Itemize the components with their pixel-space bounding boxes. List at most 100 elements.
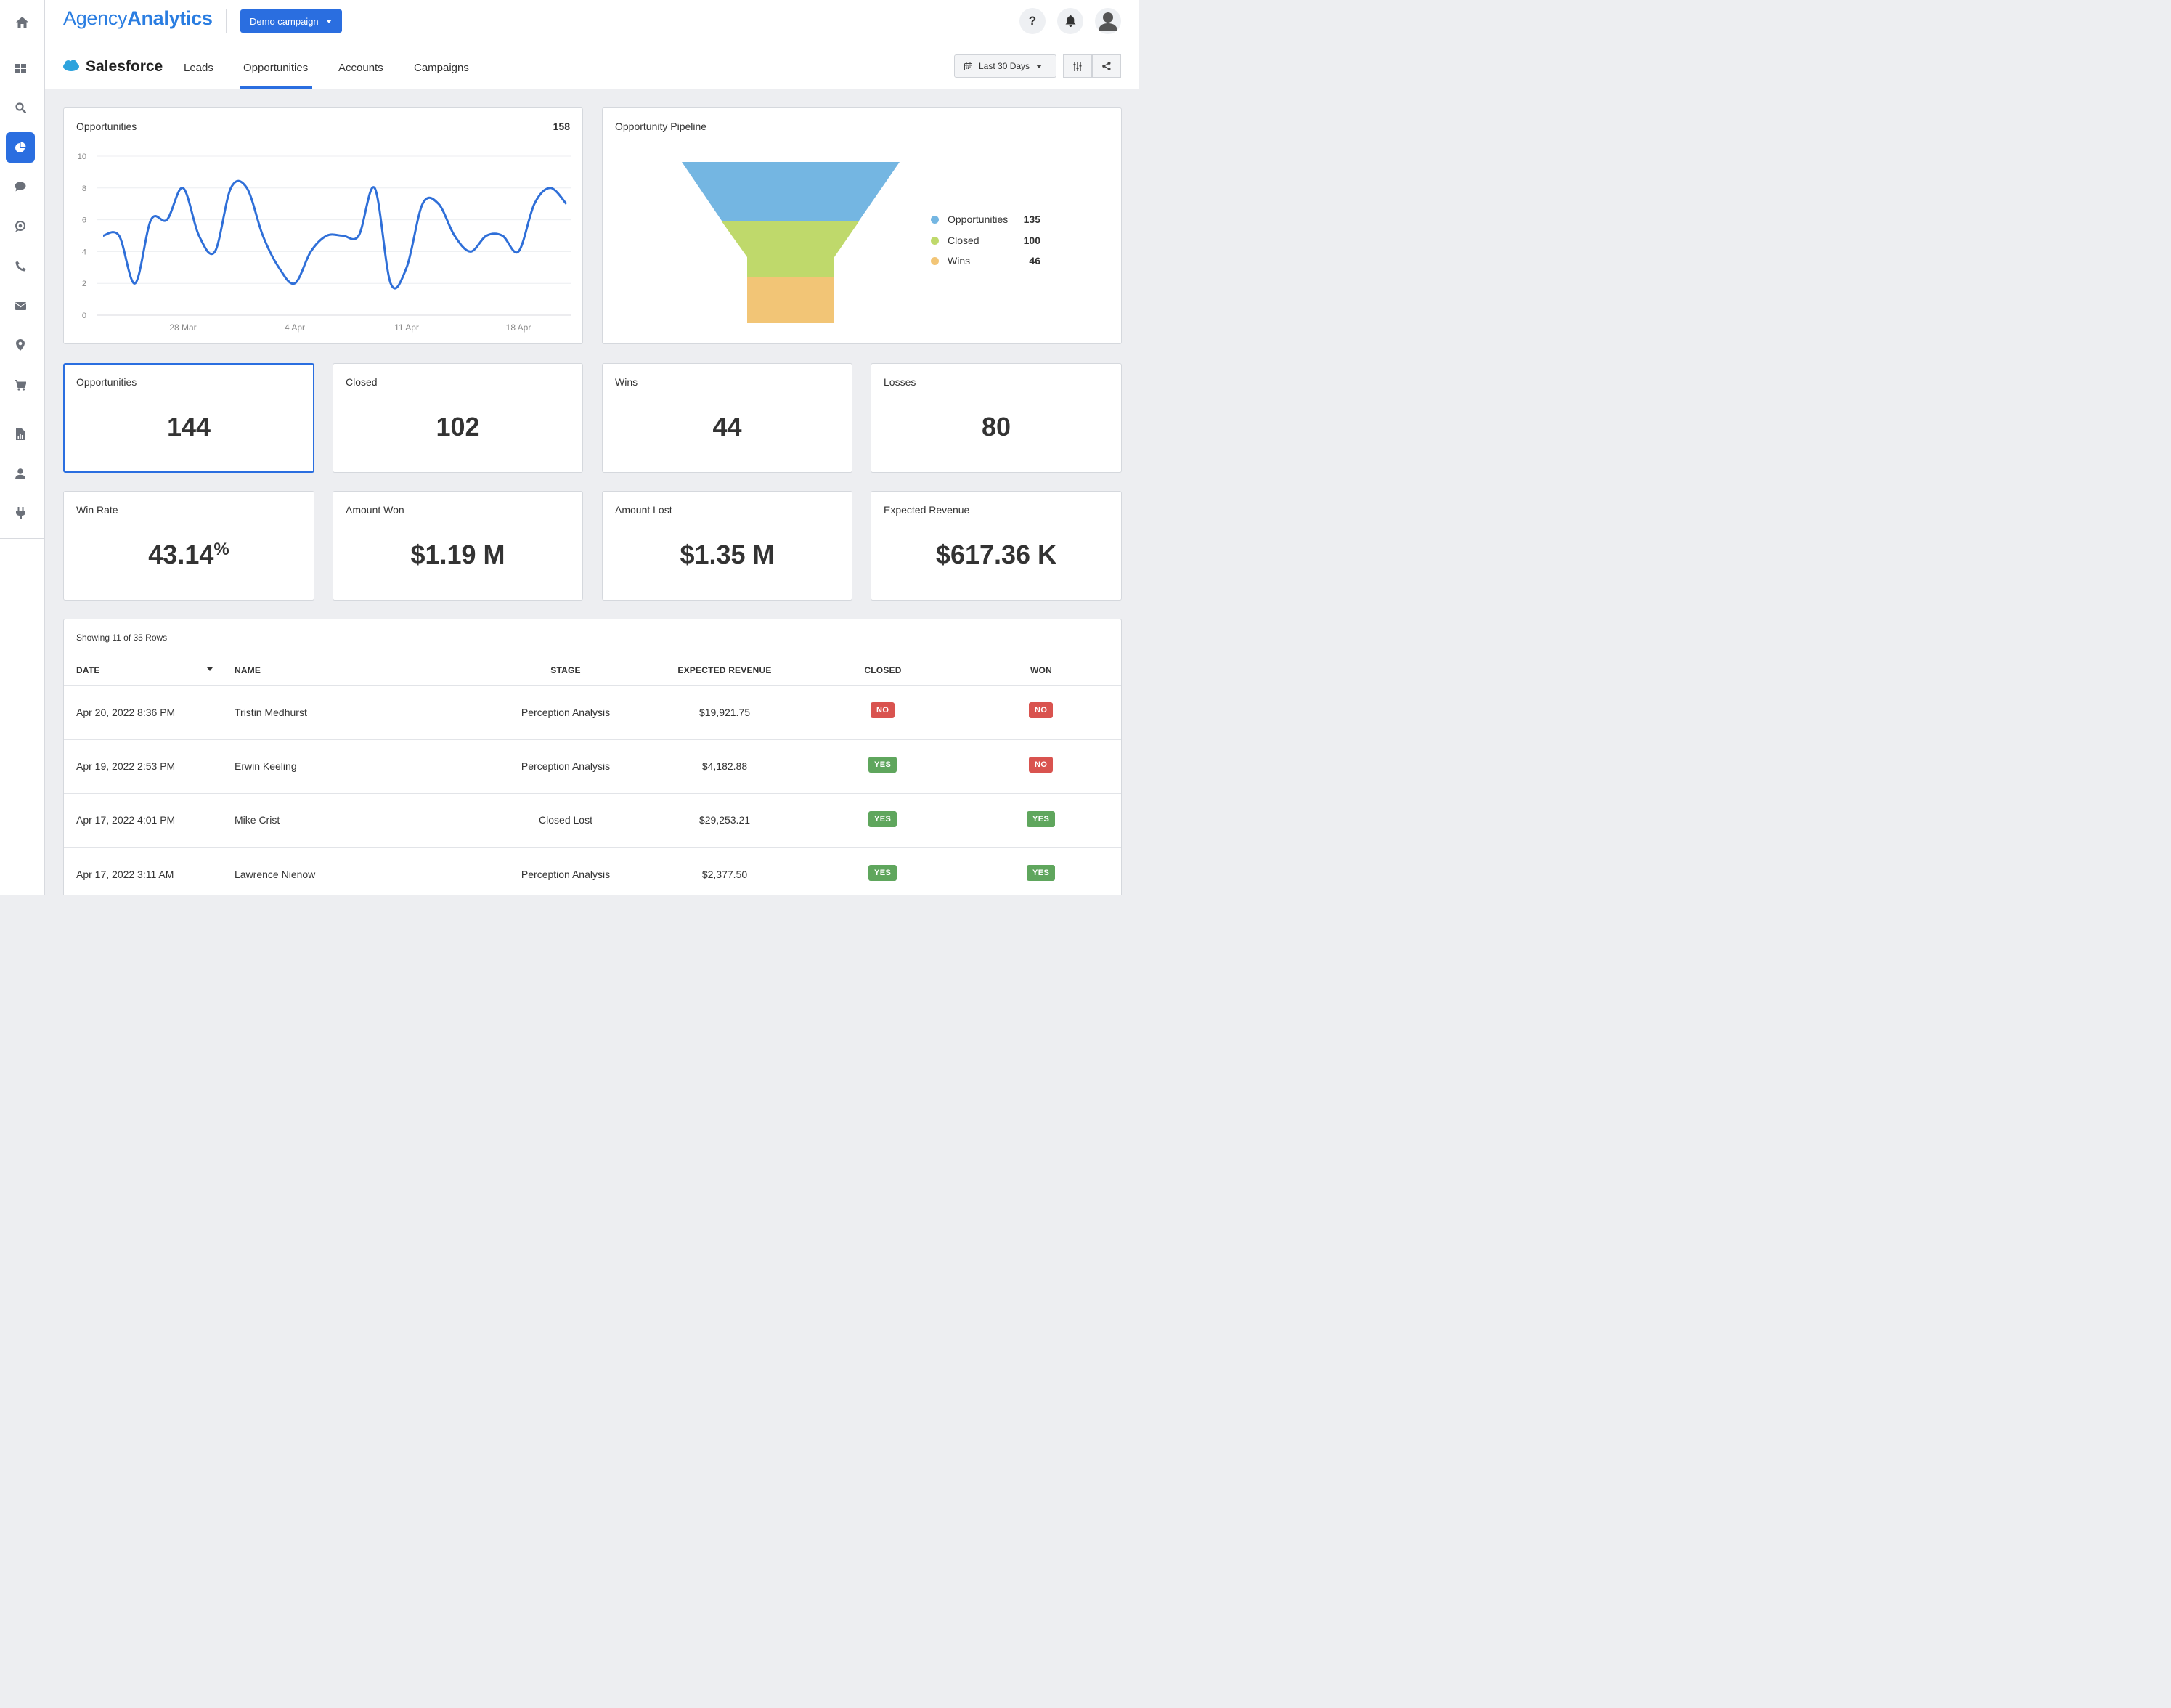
metric-card-losses[interactable]: Losses 80 <box>871 363 1122 473</box>
tab-campaigns[interactable]: Campaigns <box>414 62 469 74</box>
date-range-button[interactable]: Last 30 Days <box>954 54 1056 78</box>
cell-name: Mike Crist <box>235 814 280 826</box>
cell-stage: Closed Lost <box>539 814 592 826</box>
metric-card-opportunities[interactable]: Opportunities 144 <box>63 363 314 473</box>
home-button[interactable] <box>0 0 45 44</box>
column-header-closed[interactable]: CLOSED <box>847 665 919 675</box>
sidebar-item-chat[interactable] <box>6 171 35 202</box>
plug-icon <box>15 507 25 518</box>
sidebar-item-users[interactable] <box>6 458 35 489</box>
sidebar-item-social[interactable] <box>6 211 35 242</box>
mail-icon <box>15 301 26 310</box>
opportunities-table-card: Showing 11 of 35 Rows DATE NAME STAGE EX… <box>63 619 1122 895</box>
column-header-date[interactable]: DATE <box>76 665 100 675</box>
user-icon <box>15 468 25 479</box>
cell-stage: Perception Analysis <box>521 707 611 718</box>
y-tick-label: 4 <box>82 248 86 256</box>
metric-card-expected-revenue[interactable]: Expected Revenue $617.36 K <box>871 491 1122 601</box>
chat-icon <box>15 182 26 192</box>
sidebar-item-local[interactable] <box>6 330 35 360</box>
legend-value: 100 <box>1023 235 1040 246</box>
cell-stage: Perception Analysis <box>521 760 611 772</box>
agency-analytics-logo[interactable]: AgencyAnalytics <box>63 7 213 30</box>
top-bar: AgencyAnalytics Demo campaign ? <box>0 0 1139 44</box>
metric-card-amount-lost[interactable]: Amount Lost $1.35 M <box>602 491 852 601</box>
metric-value: 144 <box>166 412 211 442</box>
rows-count-label: Showing 11 of 35 Rows <box>76 633 168 643</box>
column-header-won[interactable]: WON <box>1005 665 1078 675</box>
sidebar-item-analytics[interactable] <box>6 132 35 163</box>
metric-card-win-rate[interactable]: Win Rate 43.14% <box>63 491 314 601</box>
metric-label: Losses <box>884 376 916 388</box>
tab-leads[interactable]: Leads <box>184 62 213 74</box>
table-row: Apr 19, 2022 2:53 PM Erwin Keeling Perce… <box>64 740 1121 793</box>
cell-date: Apr 17, 2022 4:01 PM <box>76 814 176 826</box>
legend-item-closed: Closed 100 <box>931 235 1040 246</box>
pipeline-funnel-card: Opportunity Pipeline Opportunities 135 C… <box>602 107 1122 344</box>
metric-label: Opportunities <box>76 376 137 388</box>
share-button[interactable] <box>1092 54 1121 78</box>
cell-date: Apr 19, 2022 2:53 PM <box>76 760 176 772</box>
y-tick-label: 2 <box>82 280 86 288</box>
sidebar-item-reports[interactable] <box>6 419 35 450</box>
metric-number: 43.14 <box>148 540 214 569</box>
x-tick-label: 11 Apr <box>394 322 419 333</box>
x-tick-label: 4 Apr <box>285 322 305 333</box>
metric-label: Wins <box>615 376 638 388</box>
metric-value: 80 <box>981 412 1011 442</box>
sidebar-item-ecommerce[interactable] <box>6 370 35 400</box>
integration-header: Salesforce Leads Opportunities Accounts … <box>45 44 1139 89</box>
metric-value: 102 <box>436 412 480 442</box>
cell-date: Apr 20, 2022 8:36 PM <box>76 707 176 718</box>
y-tick-label: 6 <box>82 216 86 225</box>
table-row: Apr 20, 2022 8:36 PM Tristin Medhurst Pe… <box>64 686 1121 739</box>
y-tick-label: 10 <box>78 152 86 161</box>
help-icon: ? <box>1028 14 1037 28</box>
sidebar-item-email[interactable] <box>6 290 35 321</box>
cell-date: Apr 17, 2022 3:11 AM <box>76 869 174 880</box>
metric-card-wins[interactable]: Wins 44 <box>602 363 852 473</box>
cell-name: Erwin Keeling <box>235 760 297 772</box>
sidebar-item-calls[interactable] <box>6 251 35 281</box>
sidebar <box>0 44 45 895</box>
metric-label: Amount Won <box>346 504 404 516</box>
metric-card-amount-won[interactable]: Amount Won $1.19 M <box>333 491 583 601</box>
sidebar-item-integrations[interactable] <box>6 497 35 528</box>
legend-dot <box>931 256 939 265</box>
campaign-selector-button[interactable]: Demo campaign <box>240 9 342 33</box>
metric-label: Amount Lost <box>615 504 672 516</box>
x-tick-label: 28 Mar <box>169 322 196 333</box>
cell-name: Lawrence Nienow <box>235 869 316 880</box>
tab-accounts[interactable]: Accounts <box>338 62 383 74</box>
cell-revenue: $19,921.75 <box>698 707 751 718</box>
logo-text-part2: Analytics <box>127 7 213 29</box>
tab-opportunities[interactable]: Opportunities <box>243 62 308 74</box>
sidebar-item-dashboard[interactable] <box>6 53 35 84</box>
customize-button[interactable] <box>1063 54 1092 78</box>
active-tab-indicator <box>240 86 312 89</box>
metric-card-closed[interactable]: Closed 102 <box>333 363 583 473</box>
campaign-selector-label: Demo campaign <box>250 15 319 27</box>
column-header-stage[interactable]: STAGE <box>493 665 638 675</box>
metric-label: Win Rate <box>76 504 118 516</box>
series-line <box>102 179 568 290</box>
won-badge: NO <box>1029 702 1054 718</box>
metric-label: Expected Revenue <box>884 504 970 516</box>
metric-label: Closed <box>346 376 378 388</box>
sort-desc-icon[interactable] <box>207 667 213 671</box>
legend-item-wins: Wins 46 <box>931 255 1040 267</box>
legend-value: 135 <box>1023 214 1040 225</box>
integration-title: Salesforce <box>86 58 163 75</box>
column-header-name[interactable]: NAME <box>235 665 261 675</box>
share-icon <box>1102 62 1111 70</box>
legend-dot <box>931 236 939 245</box>
sliders-icon <box>1073 61 1082 71</box>
column-header-expected-revenue[interactable]: EXPECTED REVENUE <box>652 665 797 675</box>
notifications-button[interactable] <box>1057 8 1083 34</box>
search-icon <box>15 102 26 113</box>
legend-label: Closed <box>948 235 979 246</box>
sidebar-item-search[interactable] <box>6 92 35 123</box>
opportunities-chart-card: Opportunities 158 0 2 4 6 8 10 28 Mar 4 Apr 11 A… <box>63 107 583 344</box>
help-button[interactable]: ? <box>1019 8 1046 34</box>
user-menu-button[interactable] <box>1095 8 1121 34</box>
